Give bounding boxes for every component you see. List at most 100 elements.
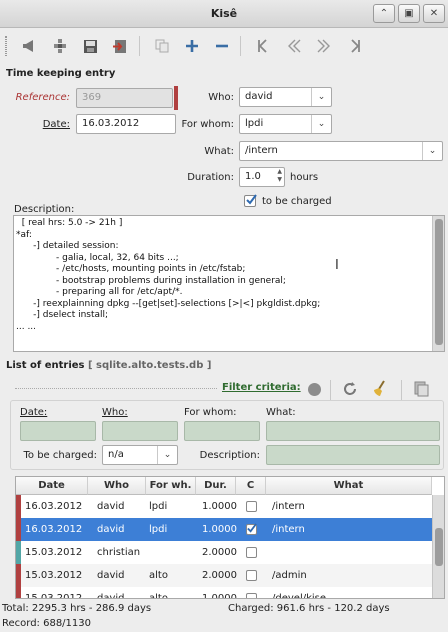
toolbar-separator <box>139 36 140 56</box>
toolbar-grip[interactable] <box>5 36 7 56</box>
chevron-down-icon[interactable]: ⌄ <box>422 142 442 160</box>
table-row[interactable]: 15.03.2012 christian 2.0000 <box>16 541 432 564</box>
table-scrollbar[interactable] <box>432 495 444 598</box>
row-marker <box>16 495 21 518</box>
table-row[interactable]: 15.03.2012 david alto 2.0000/admin <box>16 564 432 587</box>
charged-hours-text: Charged: 961.6 hrs - 120.2 days <box>228 603 390 614</box>
column-header-what[interactable]: What <box>266 477 432 495</box>
filter-who-input[interactable] <box>102 421 178 441</box>
cell-what: /intern <box>272 524 305 535</box>
remove-icon[interactable] <box>211 35 233 57</box>
minimize-button[interactable]: ⌃ <box>373 4 395 23</box>
cell-dur: 1.0000 <box>202 524 237 535</box>
cell-date: 15.03.2012 <box>25 593 83 599</box>
status-bar: Total: 2295.3 hrs - 286.9 days Charged: … <box>0 603 448 617</box>
text-cursor-icon: I <box>335 258 339 273</box>
column-header-who[interactable]: Who <box>88 477 146 495</box>
for-whom-combo[interactable]: lpdi ⌄ <box>239 114 332 134</box>
cell-for <box>149 541 195 564</box>
filter-date-input[interactable] <box>20 421 96 441</box>
row-charged-checkbox[interactable] <box>246 570 257 581</box>
close-button[interactable]: ✕ <box>423 4 445 23</box>
duration-spinbox[interactable]: 1.0 ▲ ▼ <box>239 167 285 187</box>
table-row[interactable]: 16.03.2012 david lpdi 1.0000/intern <box>16 518 432 541</box>
to-be-charged-checkbox[interactable] <box>244 194 257 207</box>
description-textarea[interactable]: [ real hrs: 5.0 -> 21h ] *af: -] detaile… <box>13 215 445 352</box>
copy-icon[interactable] <box>151 35 173 57</box>
cell-for: lpdi <box>149 524 168 535</box>
chevron-down-icon[interactable]: ⌄ <box>311 115 331 133</box>
for-whom-label: For whom: <box>181 119 234 130</box>
row-marker <box>16 564 21 587</box>
filter-charged-label: To be charged: <box>23 450 97 461</box>
total-hours-text: Total: 2295.3 hrs - 286.9 days <box>2 603 152 614</box>
description-scrollbar[interactable] <box>432 216 444 351</box>
filter-for-whom-input[interactable] <box>184 421 260 441</box>
to-be-charged-label: to be charged <box>262 196 332 207</box>
filter-criteria-label[interactable]: Filter criteria: <box>222 382 301 393</box>
checkmark-icon <box>246 194 257 205</box>
chevron-down-icon[interactable]: ⌄ <box>157 446 177 464</box>
cell-what: /devel/kise <box>272 593 327 599</box>
toolbar-separator <box>240 36 241 56</box>
row-charged-checkbox[interactable] <box>246 547 257 558</box>
row-charged-checkbox[interactable] <box>246 593 257 598</box>
database-name: [ sqlite.alto.tests.db ] <box>88 360 212 371</box>
cell-dur: 1.0000 <box>202 593 237 599</box>
table-row[interactable]: 16.03.2012 david lpdi 1.0000/intern <box>16 495 432 518</box>
previous-icon[interactable] <box>283 35 305 57</box>
cell-date: 16.03.2012 <box>25 501 83 512</box>
clear-filter-icon[interactable] <box>371 380 389 398</box>
reference-label: Reference: <box>15 92 70 103</box>
row-marker <box>16 518 21 541</box>
cell-for: alto <box>149 570 168 581</box>
filter-charged-combo[interactable]: n/a ⌄ <box>102 445 178 465</box>
cell-date: 15.03.2012 <box>25 547 83 558</box>
megaphone-icon[interactable] <box>18 35 40 57</box>
who-value: david <box>245 91 273 102</box>
title-bar[interactable]: Kisê ⌃ ▣ ✕ <box>0 0 448 28</box>
row-charged-checkbox[interactable] <box>246 501 257 512</box>
cell-date: 15.03.2012 <box>25 570 83 581</box>
what-value: /intern <box>245 145 278 156</box>
next-icon[interactable] <box>313 35 335 57</box>
last-icon[interactable] <box>343 35 365 57</box>
reference-field: 369 <box>76 88 173 108</box>
cell-what: /admin <box>272 570 307 581</box>
cell-who: david <box>97 524 125 535</box>
cell-dur: 1.0000 <box>202 501 237 512</box>
what-combo[interactable]: /intern ⌄ <box>239 141 443 161</box>
column-header-date[interactable]: Date <box>16 477 88 495</box>
description-scroll-thumb[interactable] <box>435 219 443 345</box>
toolbar-separator <box>401 380 402 400</box>
exit-icon[interactable] <box>109 35 131 57</box>
filter-description-label: Description: <box>199 450 260 461</box>
cell-date: 16.03.2012 <box>25 524 83 535</box>
record-counter-text: Record: 688/1130 <box>2 618 92 629</box>
cell-who: david <box>97 501 125 512</box>
cell-what: /intern <box>272 501 305 512</box>
chevron-down-icon[interactable]: ⌄ <box>311 88 331 106</box>
spin-arrows-icon[interactable]: ▲ ▼ <box>277 168 282 184</box>
refresh-icon[interactable] <box>341 380 359 398</box>
who-combo[interactable]: david ⌄ <box>239 87 332 107</box>
entries-table[interactable]: Date Who For wh. Dur. C What 16.03.2012 d… <box>15 476 445 599</box>
row-marker <box>16 587 21 598</box>
save-icon[interactable] <box>79 35 101 57</box>
add-icon[interactable] <box>181 35 203 57</box>
column-header-for-whom[interactable]: For wh. <box>146 477 196 495</box>
row-charged-checkbox[interactable] <box>246 523 257 535</box>
cell-who: christian <box>97 547 141 558</box>
cell-for: lpdi <box>149 501 168 512</box>
grid-icon[interactable] <box>49 35 71 57</box>
table-scroll-thumb[interactable] <box>435 528 443 566</box>
first-icon[interactable] <box>253 35 275 57</box>
column-header-duration[interactable]: Dur. <box>196 477 236 495</box>
filter-description-input[interactable] <box>266 445 440 465</box>
date-field[interactable]: 16.03.2012 <box>76 114 176 134</box>
maximize-button[interactable]: ▣ <box>398 4 420 23</box>
filter-what-input[interactable] <box>266 421 440 441</box>
table-row[interactable]: 15.03.2012 david alto 1.0000/devel/kise <box>16 587 432 599</box>
column-header-charged[interactable]: C <box>236 477 266 495</box>
filter-options-icon[interactable] <box>413 380 431 398</box>
